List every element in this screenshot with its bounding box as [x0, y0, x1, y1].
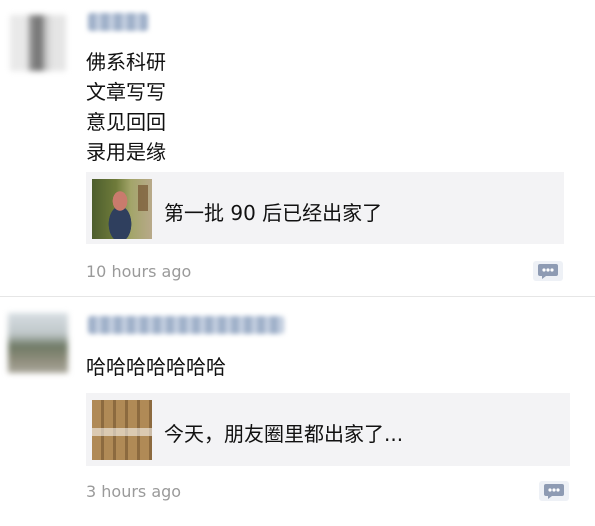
thumbnail-banner-shape	[138, 185, 148, 211]
post-timestamp: 10 hours ago	[86, 262, 192, 281]
shared-article-card[interactable]: 第一批 90 后已经出家了	[86, 172, 564, 244]
avatar[interactable]	[8, 313, 68, 373]
thumbnail-caption-strip	[92, 428, 152, 436]
comment-more-icon[interactable]	[539, 481, 569, 501]
post-timestamp: 3 hours ago	[86, 482, 182, 501]
shared-article-card[interactable]: 今天，朋友圈里都出家了...	[86, 393, 570, 466]
post-text: 哈哈哈哈哈哈哈	[86, 355, 226, 379]
post-text: 佛系科研 文章写写 意见回回 录用是缘	[86, 50, 166, 164]
shared-article-title: 第一批 90 后已经出家了	[164, 201, 383, 225]
poster-name-blurred[interactable]	[88, 13, 148, 31]
shared-article-title: 今天，朋友圈里都出家了...	[164, 422, 404, 446]
comment-more-icon[interactable]	[533, 261, 563, 281]
poster-name-blurred[interactable]	[88, 316, 284, 334]
article-thumbnail	[92, 179, 152, 239]
article-thumbnail	[92, 400, 152, 460]
avatar[interactable]	[10, 15, 66, 71]
